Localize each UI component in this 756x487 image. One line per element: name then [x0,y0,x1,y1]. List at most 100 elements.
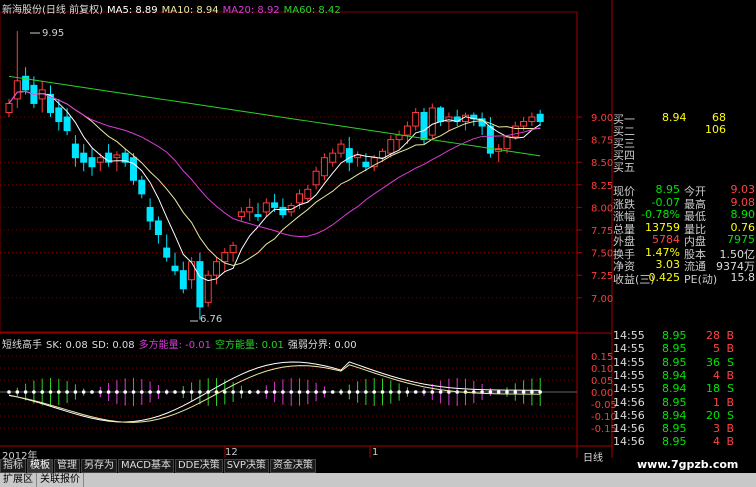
candle-body [188,261,196,281]
tick-side: S [727,408,734,422]
indicator-sk: SK: 0.08 [46,340,88,351]
indicator-tick-label: 0.05 [591,376,613,387]
candle-body [420,111,428,141]
candle-body [403,125,411,136]
tab-7[interactable]: 资金决策 [269,459,316,473]
candle-body [296,193,303,204]
tick-volume: 5 [713,342,720,356]
boundary-dot [173,390,177,394]
high-price-label: 9.95 [42,28,65,39]
boundary-dot [247,390,252,394]
candle-body [520,121,528,127]
tick-price: 8.94 [662,382,687,396]
boundary-dot [156,390,161,394]
price-tick-label: 8.50 [591,158,613,169]
tick-side: B [726,368,734,382]
boundary-dot [98,390,103,394]
boundary-dot [231,390,235,394]
boundary-dot [372,390,377,394]
ma5-label: MA5: 8.89 [106,5,158,16]
tick-time: 14:55 [613,355,645,369]
candle-body [146,206,154,222]
tick-time: 14:56 [613,435,645,449]
candle-body [88,157,96,168]
ma10-label: MA10: 8.94 [161,5,219,16]
chart-grid [0,0,613,458]
stat-label-2: PE(动) [684,272,718,286]
indicator-tick-label: 0.00 [591,388,613,399]
tab-5[interactable]: DDE决策 [174,459,223,473]
boundary-dot [430,390,435,394]
boundary-dot [65,390,69,394]
quote-book-label: 买五 [613,161,635,174]
tab-4[interactable]: MACD基本 [118,459,174,473]
boundary-dot [131,390,136,394]
status-item-0[interactable]: 扩展区 [0,473,37,487]
boundary-dot [405,390,410,394]
tick-time: 14:55 [613,329,645,342]
boundary-dot [314,390,318,394]
tick-price: 8.95 [662,395,687,409]
candle-body [395,134,403,141]
boundary-dot [272,390,277,394]
tick-volume: 1 [713,395,720,409]
candle-body [428,107,436,136]
price-tick-label: 7.50 [591,249,613,260]
tab-0[interactable]: 指标 [0,459,26,473]
tick-volume: 4 [713,368,720,382]
tick-price: 8.95 [662,422,687,436]
candle-body [154,220,162,236]
indicator-tick-label: 0.10 [591,364,613,375]
boundary-dot [57,390,61,394]
boundary-dot [505,390,509,394]
boundary-dot [364,390,368,394]
indicator-bear: 空方能量: 0.01 [215,340,284,351]
boundary-dot [281,390,285,394]
boundary-dot [73,390,78,394]
boundary-dot [289,390,294,394]
tick-time: 14:55 [613,342,645,356]
tick-side: S [727,382,734,396]
candle-body [246,206,254,213]
candle-body [71,143,79,159]
boundary-dot [413,390,418,394]
low-price-label: 6.76 [200,314,223,325]
stock-title: 新海股份(日线 前复权) [2,5,103,16]
boundary-dot [7,390,11,394]
tab-3[interactable]: 另存为 [81,459,117,473]
candle-body [503,136,511,150]
candle-body [271,202,279,208]
boundary-dot [106,390,111,394]
boundary-dot [115,390,119,394]
boundary-dot [256,390,260,394]
month-label-jan: 1 [372,447,379,458]
tick-price: 8.94 [662,368,687,382]
watermark: www.7gpzb.com [637,458,739,471]
boundary-dot [322,390,327,394]
tick-side: B [726,422,734,436]
price-tick-label: 7.25 [591,271,613,282]
tick-time: 14:55 [613,382,645,396]
candle-body [5,102,13,113]
boundary-dot [164,390,169,394]
boundary-dot [513,390,518,394]
tick-side: B [726,329,734,342]
tick-price: 8.95 [662,342,687,356]
boundary-dot [181,390,186,394]
candle-body [130,157,137,181]
status-item-1[interactable]: 关联报价 [37,473,84,487]
tick-side: B [726,395,734,409]
candle-body [536,113,544,123]
indicator-sd: SD: 0.08 [91,340,135,351]
candle-body [304,188,312,199]
tick-time: 14:56 [613,395,645,409]
tab-1[interactable]: 模板 [27,459,53,473]
candle-body [379,150,386,159]
tick-side: B [726,342,734,356]
boundary-dot [339,390,343,394]
tick-volume: 4 [713,435,720,449]
candle-body [171,265,179,272]
boundary-dot [15,390,20,394]
tab-2[interactable]: 管理 [54,459,80,473]
tab-6[interactable]: SVP决策 [223,459,269,473]
